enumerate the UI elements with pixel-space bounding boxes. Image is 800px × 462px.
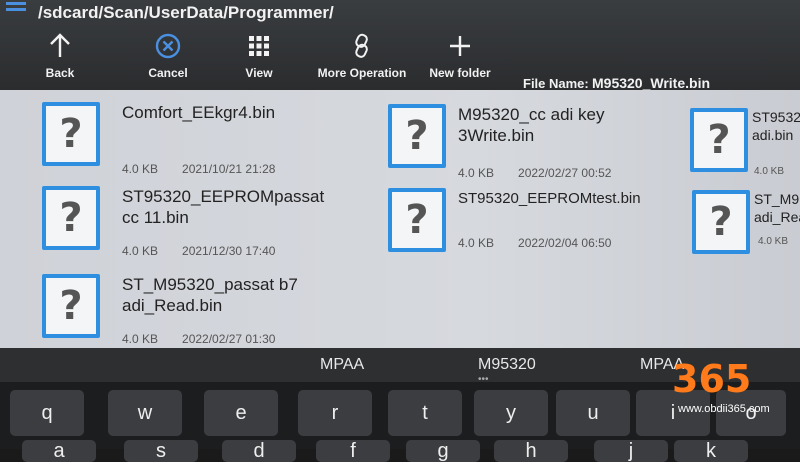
- key[interactable]: f: [316, 440, 390, 462]
- file-meta: 4.0 KB 2021/12/30 17:40: [122, 244, 275, 258]
- file-size: 4.0 KB: [458, 236, 495, 250]
- file-meta: 4.0 KB 2022/02/27 00:52: [458, 166, 611, 180]
- file-item[interactable]: ? Comfort_EEkgr4.bin 4.0 KB 2021/10/21 21…: [42, 102, 362, 176]
- key[interactable]: h: [494, 440, 568, 462]
- unknown-file-icon: ?: [388, 188, 446, 252]
- key[interactable]: g: [406, 440, 480, 462]
- file-size: 4.0 KB: [758, 236, 789, 247]
- path-bar: /sdcard/Scan/UserData/Programmer/: [0, 0, 800, 30]
- unknown-file-icon: ?: [42, 102, 100, 166]
- key[interactable]: a: [22, 440, 96, 462]
- file-item[interactable]: ? ST_M9 adi_Rea 4.0 KB: [692, 190, 800, 262]
- plus-icon: [420, 32, 500, 60]
- file-date: 2021/12/30 17:40: [182, 244, 276, 258]
- file-date: 2022/02/27 01:30: [182, 332, 276, 346]
- file-name: ST_M95320_passat b7 adi_Read.bin: [122, 275, 298, 315]
- link-icon: [316, 32, 408, 60]
- file-size: 4.0 KB: [122, 162, 159, 176]
- unknown-file-icon: ?: [42, 186, 100, 250]
- file-meta: 4.0 KB 2021/10/21 21:28: [122, 162, 275, 176]
- file-name: ST_M9 adi_Rea: [754, 191, 800, 225]
- file-item[interactable]: ? ST9532 adi.bin 4.0 KB: [690, 108, 800, 180]
- file-name: ST9532 adi.bin: [752, 109, 800, 143]
- unknown-file-icon: ?: [388, 104, 446, 168]
- file-name: ST95320_EEPROMpassat cc 11.bin: [122, 187, 325, 227]
- unknown-file-icon: ?: [690, 108, 748, 172]
- new-folder-label: New folder: [429, 66, 491, 80]
- arrow-up-icon: [20, 32, 100, 60]
- back-label: Back: [45, 66, 75, 80]
- file-name: M95320_cc adi key 3Write.bin: [458, 105, 605, 145]
- file-size: 4.0 KB: [754, 166, 785, 177]
- cancel-button[interactable]: Cancel: [128, 32, 208, 88]
- suggestion-item[interactable]: MPAA: [320, 356, 364, 374]
- more-operation-button[interactable]: More Operation: [316, 32, 408, 88]
- key[interactable]: e: [204, 390, 278, 436]
- file-grid: ? Comfort_EEkgr4.bin 4.0 KB 2021/10/21 21…: [0, 90, 800, 348]
- key[interactable]: w: [108, 390, 182, 436]
- file-meta: 4.0 KB: [758, 236, 788, 247]
- grid-icon: [219, 32, 299, 60]
- view-label: View: [245, 66, 273, 80]
- file-name-label: File Name:: [523, 76, 589, 91]
- file-item[interactable]: ? M95320_cc adi key 3Write.bin 4.0 KB 202…: [388, 104, 688, 180]
- unknown-file-icon: ?: [42, 274, 100, 338]
- watermark-logo: 365 www.obdii365.com: [660, 355, 800, 425]
- file-name: Comfort_EEkgr4.bin: [122, 103, 276, 122]
- file-size: 4.0 KB: [458, 166, 495, 180]
- file-name: ST95320_EEPROMtest.bin: [458, 190, 641, 207]
- file-meta: 4.0 KB 2022/02/27 01:30: [122, 332, 275, 346]
- file-item[interactable]: ? ST95320_EEPROMtest.bin 4.0 KB 2022/02/0…: [388, 188, 688, 260]
- file-size: 4.0 KB: [122, 244, 159, 258]
- back-button[interactable]: Back: [20, 32, 100, 88]
- cancel-circle-icon: [128, 32, 208, 60]
- file-date: 2022/02/04 06:50: [518, 236, 612, 250]
- key[interactable]: r: [298, 390, 372, 436]
- file-meta: 4.0 KB 2022/02/04 06:50: [458, 236, 611, 250]
- suggestion-item[interactable]: M95320: [478, 356, 536, 374]
- view-button[interactable]: View: [219, 32, 299, 88]
- key[interactable]: u: [556, 390, 630, 436]
- file-item[interactable]: ? ST_M95320_passat b7 adi_Read.bin 4.0 K…: [42, 274, 362, 346]
- file-size: 4.0 KB: [122, 332, 159, 346]
- watermark-url: www.obdii365.com: [678, 403, 770, 415]
- current-path: /sdcard/Scan/UserData/Programmer/: [38, 3, 334, 22]
- file-date: 2022/02/27 00:52: [518, 166, 612, 180]
- top-toolbar: /sdcard/Scan/UserData/Programmer/ Back C…: [0, 0, 800, 95]
- file-meta: 4.0 KB: [754, 166, 784, 177]
- file-item[interactable]: ? ST95320_EEPROMpassat cc 11.bin 4.0 KB 2…: [42, 186, 362, 258]
- key[interactable]: d: [222, 440, 296, 462]
- file-date: 2021/10/21 21:28: [182, 162, 276, 176]
- menu-icon[interactable]: [6, 2, 26, 16]
- more-operation-label: More Operation: [317, 66, 407, 80]
- watermark-number: 365: [672, 357, 752, 401]
- key[interactable]: j: [594, 440, 668, 462]
- key[interactable]: k: [674, 440, 748, 462]
- cancel-label: Cancel: [148, 66, 188, 80]
- key[interactable]: q: [10, 390, 84, 436]
- key[interactable]: t: [388, 390, 462, 436]
- unknown-file-icon: ?: [692, 190, 750, 254]
- key[interactable]: y: [474, 390, 548, 436]
- key[interactable]: s: [124, 440, 198, 462]
- new-folder-button[interactable]: New folder: [420, 32, 500, 88]
